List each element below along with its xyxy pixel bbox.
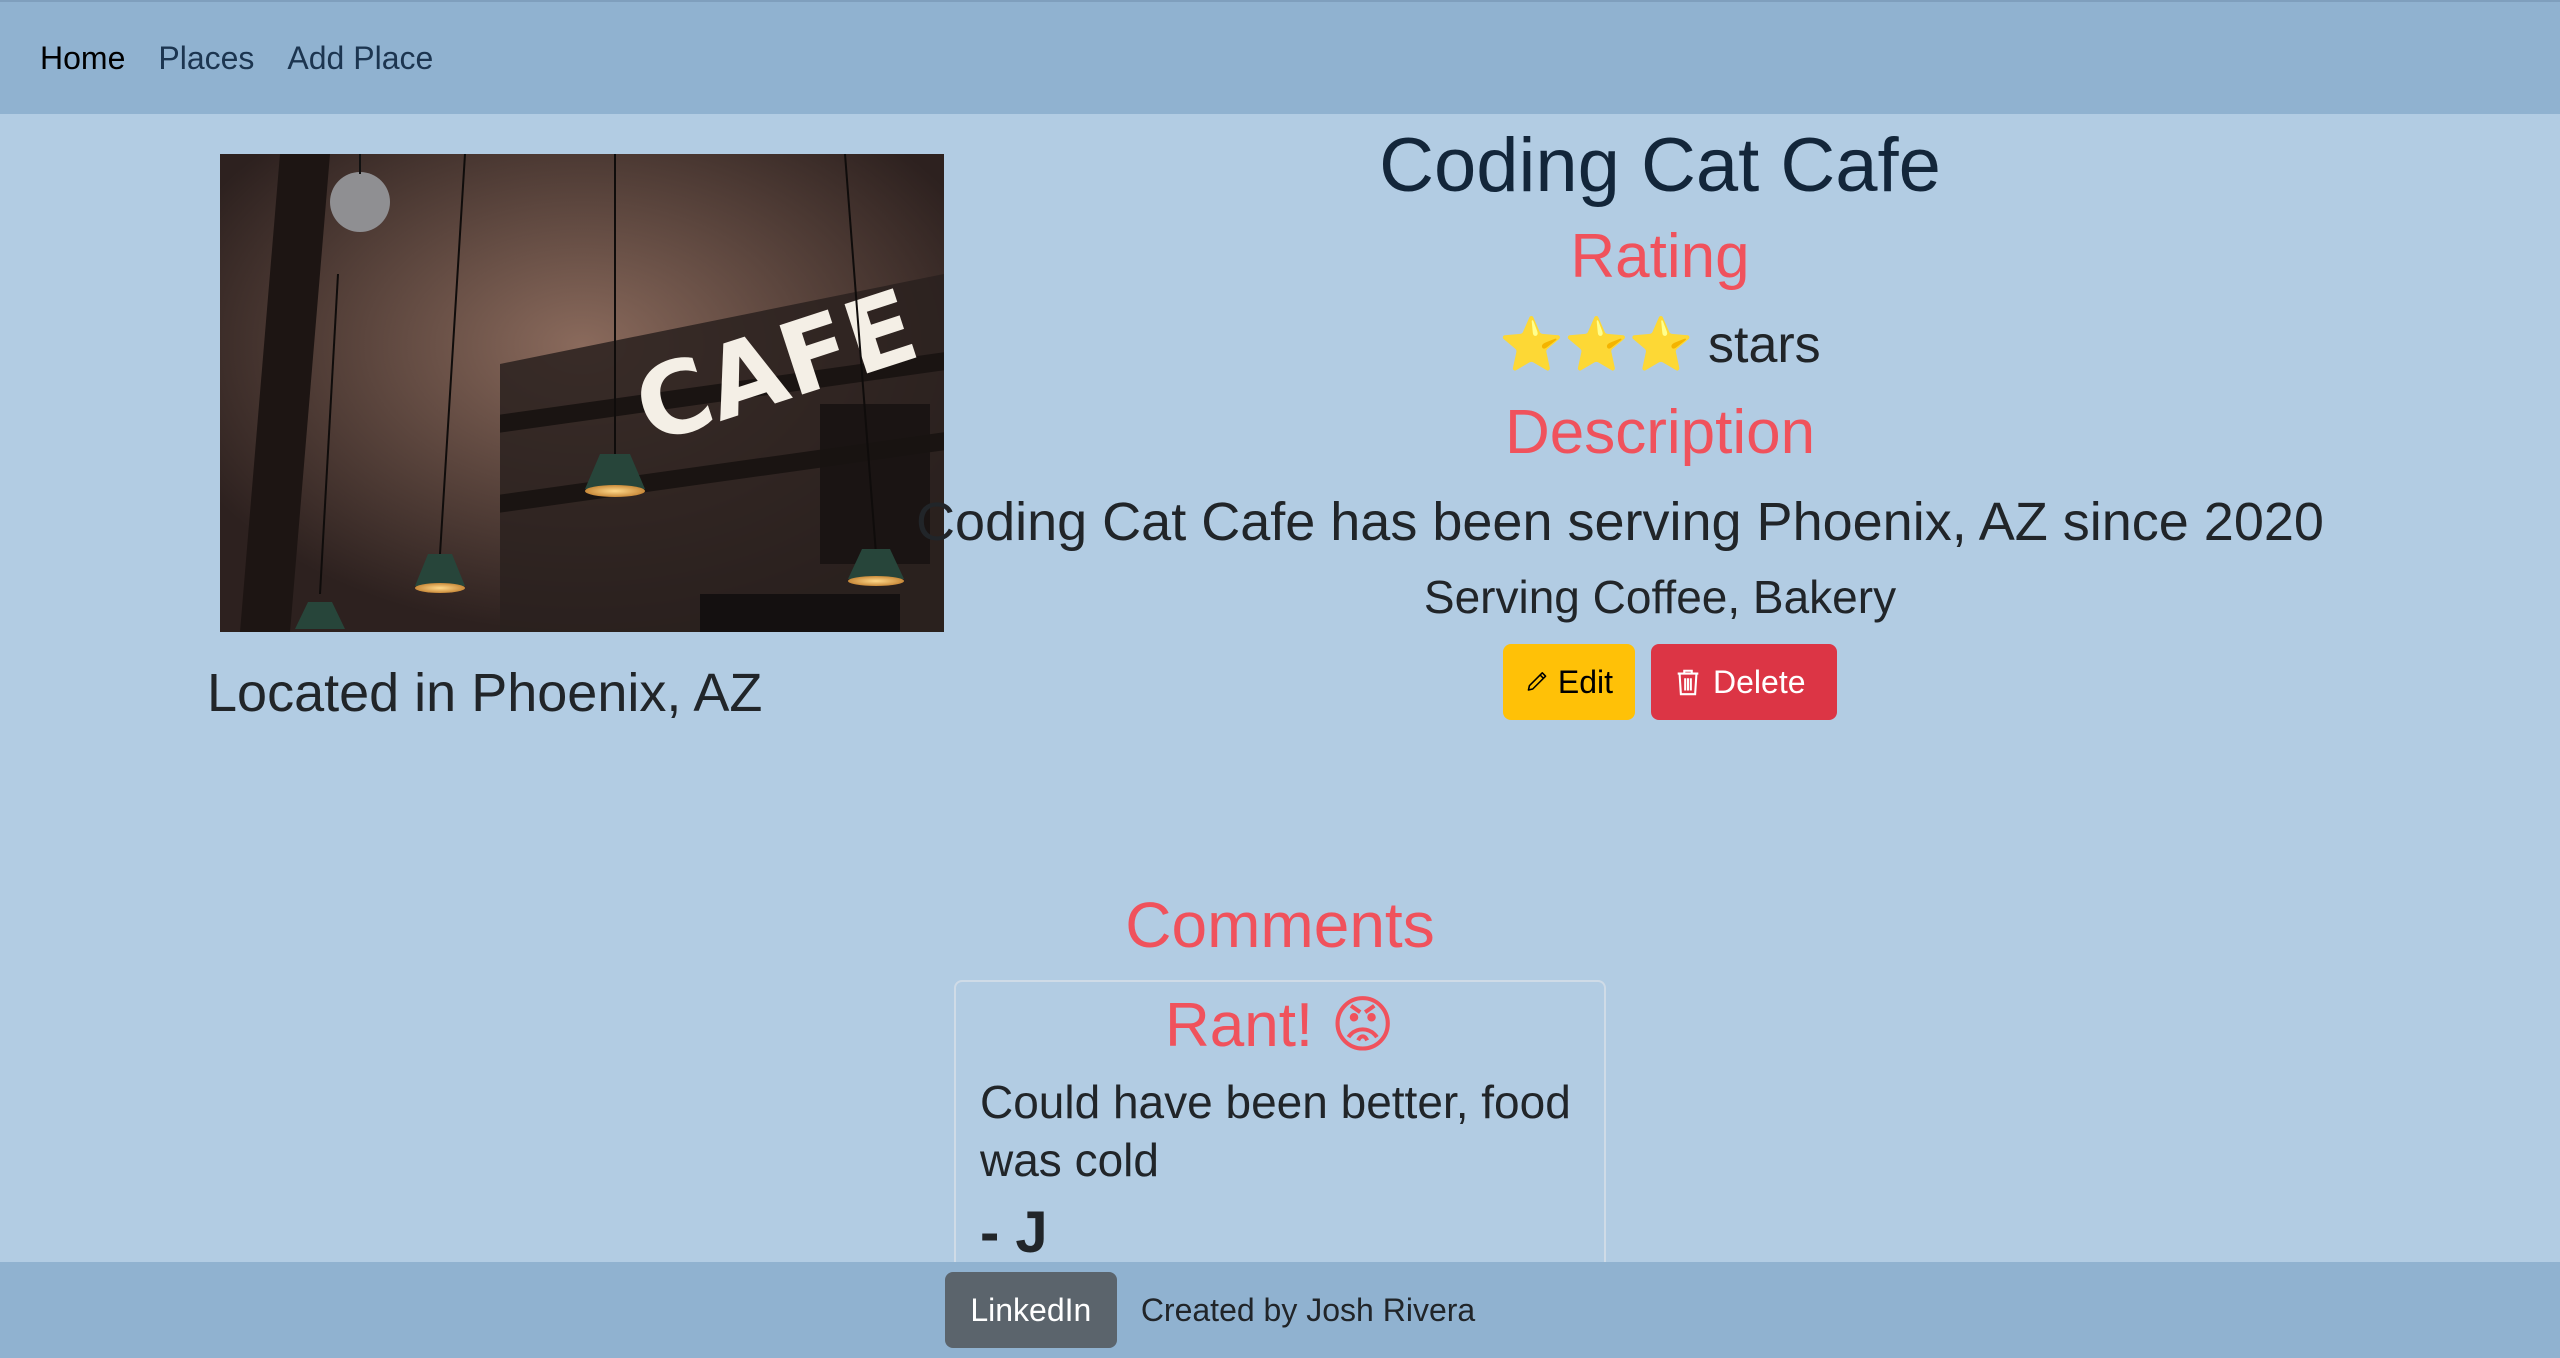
page-footer: LinkedIn Created by Josh Rivera bbox=[0, 1262, 2560, 1358]
delete-button[interactable]: Delete bbox=[1651, 644, 1837, 720]
star-icons: ⭐⭐⭐ bbox=[1499, 316, 1694, 374]
pencil-icon bbox=[1527, 672, 1547, 691]
comment-type: Rant! 😡 bbox=[1164, 991, 1396, 1060]
place-details: Coding Cat Cafe Rating ⭐⭐⭐ stars Descrip… bbox=[916, 118, 2380, 720]
top-navbar: Home Places Add Place bbox=[0, 0, 2560, 114]
place-description: Coding Cat Cafe has been serving Phoenix… bbox=[916, 492, 2324, 552]
description-heading: Description bbox=[1504, 398, 1816, 467]
edit-button[interactable]: Edit bbox=[1503, 644, 1635, 720]
star-rating: ⭐⭐⭐ stars bbox=[940, 300, 2380, 390]
linkedin-button[interactable]: LinkedIn bbox=[944, 1272, 1117, 1348]
place-serving: Serving Coffee, Bakery bbox=[1423, 571, 1897, 623]
delete-button-label: Delete bbox=[1713, 663, 1806, 700]
rating-heading: Rating bbox=[1570, 222, 1750, 291]
cafe-interior-image: CAFE bbox=[220, 154, 944, 632]
edit-button-label: Edit bbox=[1557, 663, 1613, 700]
stars-label: stars bbox=[1708, 316, 1821, 374]
comments-heading: Comments bbox=[1125, 889, 1435, 961]
trash-icon bbox=[1677, 669, 1699, 696]
comment-author: - J bbox=[980, 1200, 1048, 1265]
place-location: Located in Phoenix, AZ bbox=[207, 663, 763, 723]
nav-home-link[interactable]: Home bbox=[40, 40, 125, 77]
comment-content: Could have been better, food was cold bbox=[980, 1076, 1571, 1186]
nav-places-link[interactable]: Places bbox=[158, 40, 254, 77]
action-buttons: Edit Delete bbox=[960, 644, 2380, 720]
footer-credit: Created by Josh Rivera bbox=[1140, 1291, 1476, 1328]
page-title: Coding Cat Cafe bbox=[1379, 123, 1941, 208]
nav-add-place-link[interactable]: Add Place bbox=[287, 40, 433, 77]
place-photo: CAFE bbox=[220, 154, 944, 632]
